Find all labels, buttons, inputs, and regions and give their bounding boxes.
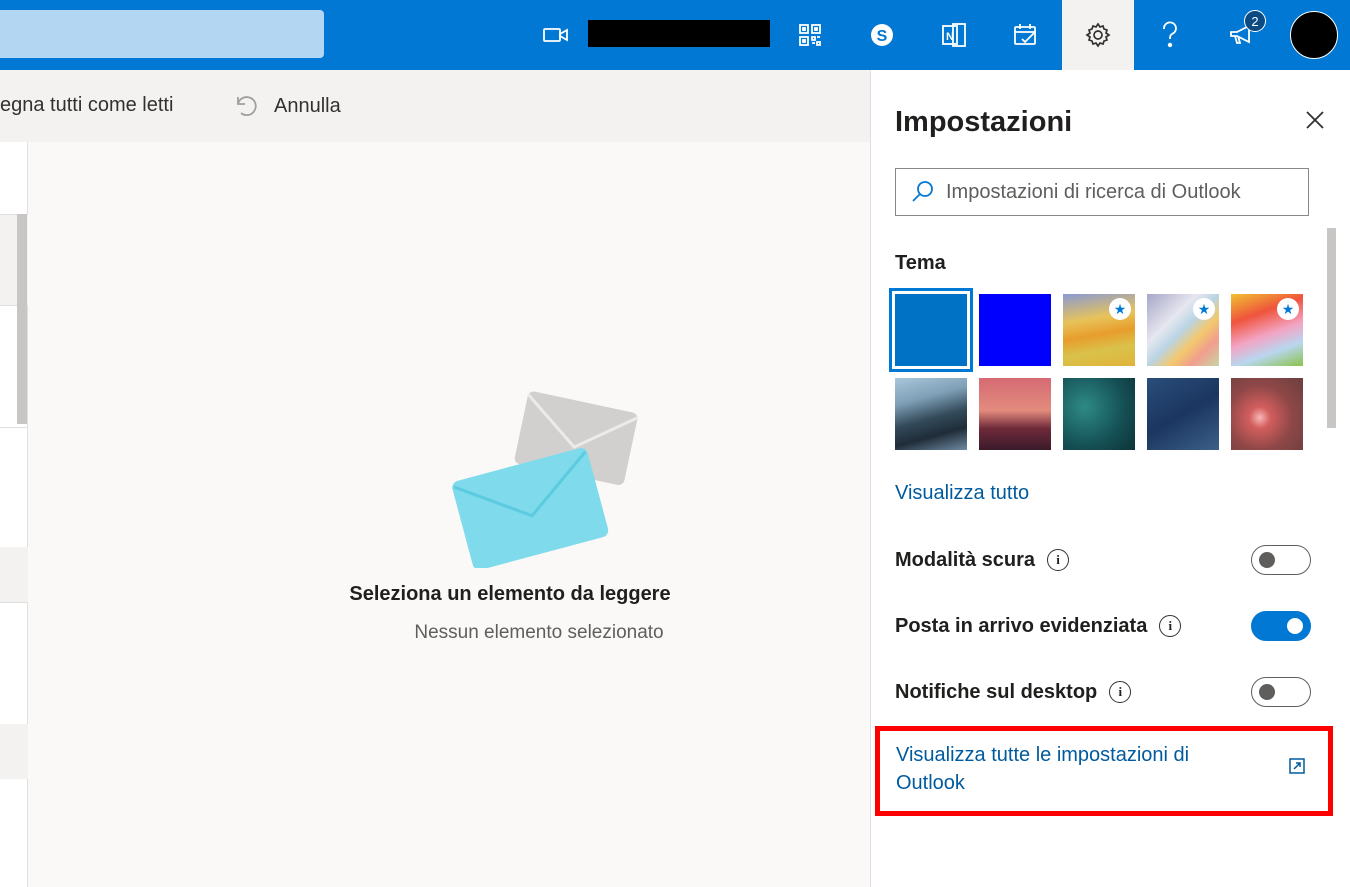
info-icon[interactable]: i [1109, 681, 1132, 703]
view-all-settings-label: Visualizza tutte le impostazioni di Outl… [896, 744, 1190, 794]
settings-search-input[interactable] [946, 180, 1306, 204]
svg-text:N: N [946, 31, 954, 43]
to-do-button[interactable] [996, 0, 1056, 70]
mark-all-read-label: egna tutti come letti [0, 94, 174, 116]
help-icon [1163, 21, 1177, 48]
svg-text:S: S [877, 28, 888, 45]
settings-button[interactable] [1062, 0, 1134, 70]
qr-code-icon [799, 24, 821, 46]
theme-palm-trees[interactable] [979, 378, 1051, 450]
close-button[interactable] [1299, 104, 1331, 136]
dark-mode-row: Modalità scura i [895, 540, 1311, 580]
video-icon [543, 28, 568, 42]
skype-button[interactable]: S [852, 0, 912, 70]
notification-badge: 2 [1244, 10, 1266, 32]
whats-new-button[interactable]: 2 [1212, 0, 1272, 70]
info-icon[interactable]: i [1047, 549, 1070, 571]
dark-mode-toggle[interactable] [1251, 545, 1311, 575]
skype-icon: S [871, 24, 893, 46]
redacted-block [588, 20, 770, 47]
view-all-settings-link[interactable]: Visualizza tutte le impostazioni di Outl… [875, 726, 1333, 816]
view-all-themes-link[interactable]: Visualizza tutto [895, 482, 1029, 505]
gear-icon [1085, 22, 1111, 48]
empty-state-title: Seleziona un elemento da leggere [349, 583, 671, 605]
theme-blue[interactable] [889, 288, 973, 372]
theme-blueprint[interactable] [1147, 378, 1219, 450]
theme-dark-blue[interactable] [979, 294, 1051, 366]
meet-now-button[interactable] [526, 0, 586, 70]
premium-star-icon: ★ [1193, 298, 1215, 320]
onenote-button[interactable]: N [924, 0, 984, 70]
focused-inbox-row: Posta in arrivo evidenziata i [895, 606, 1311, 646]
theme-circuit[interactable] [1063, 378, 1135, 450]
panel-title: Impostazioni [895, 106, 1073, 138]
premium-star-icon: ★ [1277, 298, 1299, 320]
desktop-notifications-row: Notifiche sul desktop i [895, 672, 1311, 712]
theme-mountains[interactable] [895, 378, 967, 450]
theme-sunset-waves[interactable]: ★ [1063, 294, 1135, 366]
envelopes-illustration [452, 391, 639, 568]
mail-search-box[interactable] [0, 10, 324, 58]
settings-search-box[interactable] [895, 168, 1309, 216]
theme-lights[interactable] [1231, 378, 1303, 450]
message-list[interactable] [0, 142, 28, 887]
close-icon [1306, 111, 1324, 129]
desktop-notifications-toggle[interactable] [1251, 677, 1311, 707]
open-external-icon [1289, 758, 1305, 774]
theme-unicorn[interactable]: ★ [1231, 294, 1303, 366]
focused-inbox-toggle[interactable] [1251, 611, 1311, 641]
undo-icon [237, 96, 257, 116]
settings-panel: Impostazioni Tema ★ ★ ★ Visualizza tutto… [870, 70, 1350, 887]
search-icon [912, 181, 933, 202]
mark-all-read-button[interactable]: egna tutti come letti [0, 94, 173, 117]
onenote-icon: N [942, 23, 966, 47]
to-do-icon [1014, 24, 1036, 45]
premium-star-icon: ★ [1109, 298, 1131, 320]
help-button[interactable] [1140, 0, 1200, 70]
info-icon[interactable]: i [1159, 615, 1182, 637]
theme-section-title: Tema [895, 252, 946, 274]
command-bar: egna tutti come letti Annulla [0, 70, 870, 142]
panel-scrollbar[interactable] [1327, 228, 1336, 428]
focused-inbox-label: Posta in arrivo evidenziata [895, 614, 1148, 637]
desktop-notifications-label: Notifiche sul desktop [895, 680, 1098, 703]
avatar[interactable] [1290, 11, 1338, 59]
theme-pastel-stripes[interactable]: ★ [1147, 294, 1219, 366]
message-list-scrollbar[interactable] [17, 214, 27, 424]
dark-mode-label: Modalità scura [895, 548, 1036, 571]
top-bar: S N 2 [0, 0, 1350, 70]
undo-button[interactable]: Annulla [234, 94, 341, 118]
qr-code-button[interactable] [780, 0, 840, 70]
undo-label: Annulla [274, 94, 341, 117]
